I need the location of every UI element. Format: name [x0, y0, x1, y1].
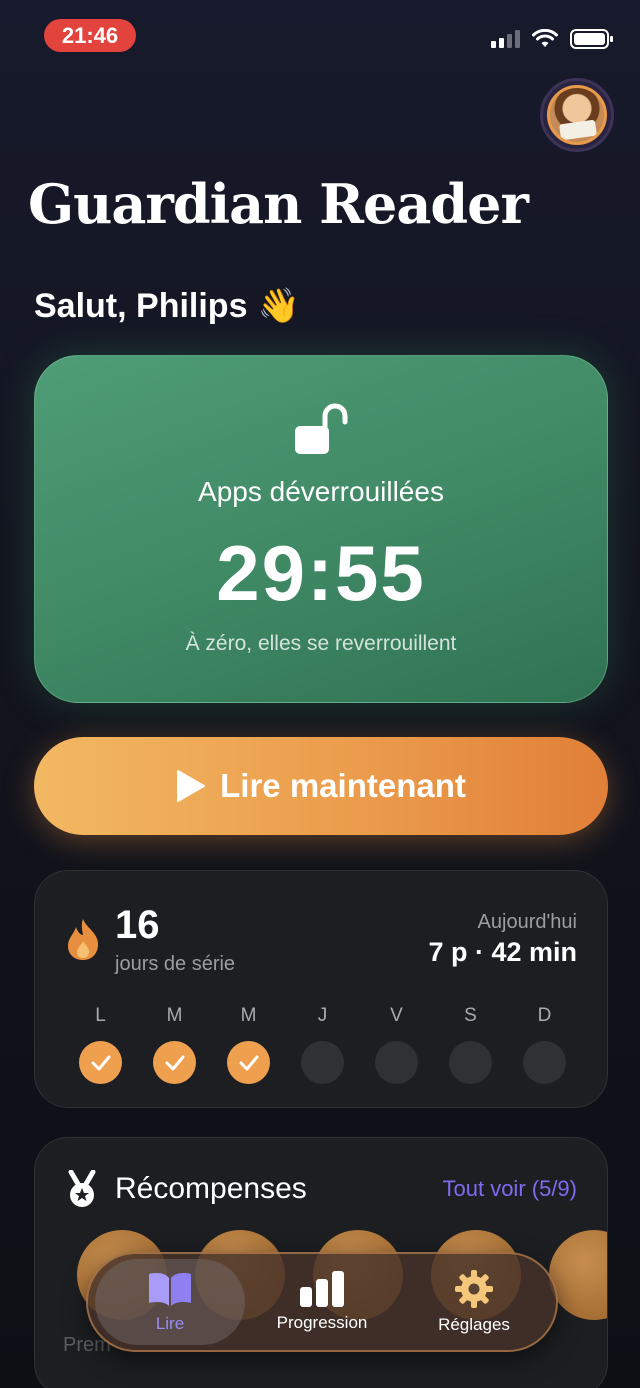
day-friday: V — [375, 1005, 418, 1084]
day-letter: D — [537, 1005, 552, 1026]
day-sunday: D — [523, 1005, 566, 1084]
tab-settings[interactable]: Réglages — [399, 1259, 549, 1345]
medal-icon — [68, 1170, 96, 1207]
unlock-subtitle: À zéro, elles se reverrouillent — [185, 632, 457, 655]
checkmark-icon — [153, 1041, 196, 1084]
reward-badge[interactable] — [549, 1230, 607, 1320]
cellular-signal-icon — [491, 30, 520, 48]
waving-hand-emoji: 👋 — [257, 287, 300, 325]
day-letter: V — [390, 1005, 403, 1026]
today-label: Aujourd'hui — [477, 911, 577, 933]
bar-chart-icon — [300, 1271, 344, 1307]
tab-bar: Lire Progression Réglages — [86, 1252, 558, 1352]
wifi-icon — [532, 29, 558, 47]
day-thursday: J — [301, 1005, 344, 1084]
tab-read[interactable]: Lire — [95, 1259, 245, 1345]
day-letter: M — [166, 1005, 183, 1026]
unlock-label: Apps déverrouillées — [198, 476, 444, 507]
play-icon — [177, 770, 206, 802]
flame-icon — [68, 919, 99, 960]
rewards-title: Récompenses — [115, 1172, 307, 1205]
gear-icon — [455, 1270, 493, 1308]
greeting-text: Salut, Philips — [34, 286, 248, 325]
week-days: L M M J V S D — [79, 1005, 566, 1084]
streak-card[interactable]: 16 jours de série Aujourd'hui 7 p · 42 m… — [34, 870, 608, 1108]
empty-day-dot — [523, 1041, 566, 1084]
checkmark-icon — [227, 1041, 270, 1084]
day-tuesday: M — [153, 1005, 196, 1084]
unlock-status-card: Apps déverrouillées 29:55 À zéro, elles … — [34, 355, 608, 703]
checkmark-icon — [79, 1041, 122, 1084]
see-all-rewards-link[interactable]: Tout voir (5/9) — [443, 1176, 578, 1202]
empty-day-dot — [449, 1041, 492, 1084]
day-letter: L — [95, 1005, 106, 1026]
day-letter: J — [317, 1005, 328, 1026]
tab-label: Lire — [155, 1314, 185, 1333]
book-icon — [149, 1273, 191, 1306]
tab-label: Progression — [276, 1313, 368, 1332]
avatar — [547, 85, 607, 145]
tab-label: Réglages — [438, 1315, 510, 1334]
battery-icon — [570, 29, 613, 49]
greeting: Salut, Philips 👋 — [34, 286, 300, 326]
read-now-label: Lire maintenant — [220, 767, 466, 804]
day-monday: L — [79, 1005, 122, 1084]
app-title: Guardian Reader — [28, 172, 529, 236]
day-letter: M — [240, 1005, 257, 1026]
day-saturday: S — [449, 1005, 492, 1084]
unlocked-padlock-icon — [295, 403, 348, 454]
status-time: 21:46 — [44, 19, 136, 52]
tab-progression[interactable]: Progression — [247, 1259, 397, 1345]
day-wednesday: M — [227, 1005, 270, 1084]
unlock-timer: 29:55 — [216, 529, 426, 617]
empty-day-dot — [301, 1041, 344, 1084]
today-value: 7 p · 42 min — [428, 937, 577, 967]
day-letter: S — [464, 1005, 477, 1026]
streak-count: 16 — [115, 903, 160, 947]
read-now-button[interactable]: Lire maintenant — [34, 737, 608, 835]
profile-avatar-button[interactable] — [540, 78, 614, 152]
status-icons — [491, 28, 614, 50]
streak-label: jours de série — [115, 953, 236, 975]
empty-day-dot — [375, 1041, 418, 1084]
